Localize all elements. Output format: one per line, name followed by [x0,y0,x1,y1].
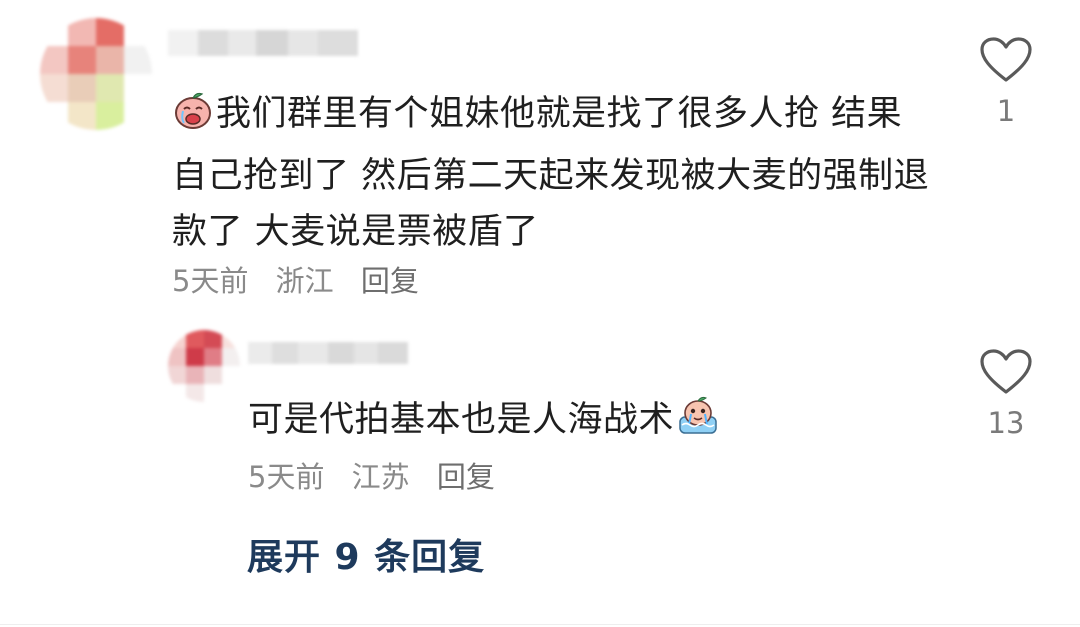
like-count: 13 [987,406,1025,440]
divider [0,624,1080,625]
like-button[interactable]: 1 [971,36,1041,128]
avatar[interactable] [40,18,152,130]
heart-icon [980,349,1032,394]
comment-time: 5天前 [248,460,325,494]
heart-icon [980,37,1032,82]
expand-replies-button[interactable]: 展开 9 条回复 [247,528,485,580]
like-button[interactable]: 13 [971,348,1041,440]
comment-text: 我们群里有个姐妹他就是找了很多人抢 结果自己抢到了 然后第二天起来发现被大麦的强… [172,86,932,260]
comment-location: 浙江 [275,264,334,298]
comment-time: 5天前 [172,264,249,298]
username[interactable] [248,342,408,364]
avatar[interactable] [168,330,240,402]
reply-button[interactable]: 回复 [437,460,495,494]
username[interactable] [168,30,358,56]
crying-bath-emoji [674,395,722,454]
comment-meta: 5天前 江苏 回复 [248,454,513,496]
comment-location: 江苏 [351,460,410,494]
reply-button[interactable]: 回复 [361,264,419,298]
like-count: 1 [996,94,1016,128]
comment-meta: 5天前 浙江 回复 [172,258,437,300]
crying-peach-emoji [172,89,214,148]
comment-text: 可是代拍基本也是人海战术 [248,392,868,454]
